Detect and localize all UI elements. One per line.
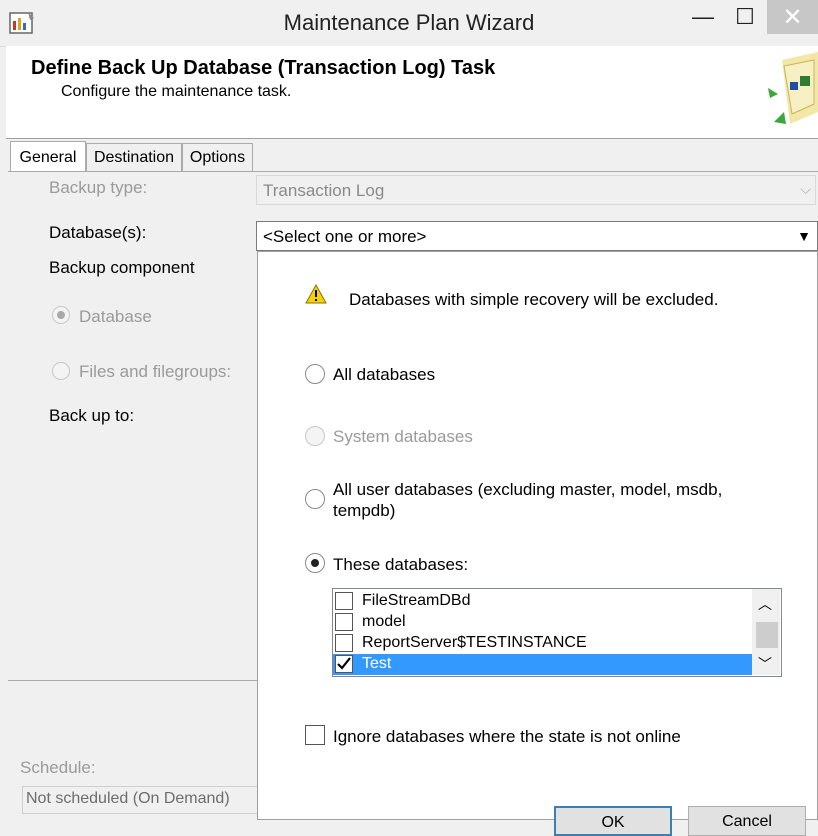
page-subtitle: Configure the maintenance task. (61, 83, 292, 100)
radio-these-databases[interactable] (305, 553, 325, 573)
backup-type-value: Transaction Log (263, 181, 385, 200)
tab-options[interactable]: Options (182, 143, 253, 171)
ignore-offline-checkbox[interactable] (305, 725, 325, 745)
tab-destination[interactable]: Destination (86, 143, 182, 171)
radio-system-databases (305, 426, 325, 446)
list-item[interactable]: FileStreamDBd (333, 591, 753, 612)
checkmark-icon (337, 657, 351, 670)
backup-type-select: Transaction Log ⌵ (256, 175, 816, 205)
component-files-label: Files and filegroups: (79, 362, 232, 381)
maximize-button[interactable]: ☐ (722, 0, 768, 34)
list-item-label: model (362, 613, 406, 630)
list-item[interactable]: model (333, 612, 753, 633)
databases-select[interactable]: <Select one or more> ▼ (256, 221, 818, 251)
cancel-button-label: Cancel (722, 813, 772, 830)
scroll-up-icon[interactable]: ︿ (758, 594, 772, 614)
ok-button-label: OK (601, 814, 625, 831)
tab-general[interactable]: General (10, 141, 86, 173)
radio-user-databases[interactable] (305, 489, 325, 509)
list-item-checkbox[interactable] (335, 592, 353, 610)
list-item-checkbox[interactable] (335, 634, 353, 652)
page-title: Define Back Up Database (Transaction Log… (31, 57, 496, 79)
option-all-label: All databases (333, 365, 436, 384)
database-listbox[interactable]: FileStreamDBd model ReportServer$TESTINS… (332, 588, 782, 677)
maximize-icon: ☐ (735, 4, 755, 29)
schedule-label: Schedule: (20, 758, 96, 777)
minimize-icon: — (692, 4, 714, 29)
schedule-field: Not scheduled (On Demand) (22, 786, 258, 814)
list-item-checkbox[interactable] (335, 613, 353, 631)
backup-type-label: Backup type: (49, 178, 148, 197)
option-user-label-line2: tempdb) (333, 501, 396, 520)
radio-all-databases[interactable] (305, 364, 325, 384)
ignore-offline-label: Ignore databases where the state is not … (333, 727, 681, 746)
list-item-label: Test (362, 655, 392, 672)
tab-label: Options (189, 148, 246, 166)
minimize-button[interactable]: — (680, 0, 726, 34)
tab-label: General (19, 148, 77, 166)
scrollbar-thumb[interactable] (756, 622, 778, 648)
list-item[interactable]: ReportServer$TESTINSTANCE (333, 633, 753, 654)
option-user-label-line1: All user databases (excluding master, mo… (333, 480, 723, 499)
warning-text: Databases with simple recovery will be e… (349, 290, 719, 309)
chevron-down-icon: ⌵ (800, 181, 811, 197)
close-button[interactable]: ✕ (767, 0, 818, 34)
warning-icon (305, 283, 327, 309)
ok-button[interactable]: OK (554, 806, 672, 836)
list-item-checkbox[interactable] (335, 655, 353, 673)
close-icon: ✕ (782, 3, 803, 31)
dropdown-arrow-icon[interactable]: ▼ (791, 222, 817, 250)
databases-label: Database(s): (49, 223, 147, 242)
wizard-banner-graphic (762, 52, 818, 132)
databases-value: <Select one or more> (263, 227, 427, 246)
component-database-label: Database (79, 307, 152, 326)
radio-component-database (52, 306, 70, 324)
scroll-down-icon[interactable]: ﹀ (758, 654, 772, 674)
radio-component-files (52, 362, 70, 380)
tab-label: Destination (93, 148, 175, 166)
cancel-button[interactable]: Cancel (688, 806, 806, 836)
list-item-label: FileStreamDBd (362, 592, 471, 609)
list-item[interactable]: Test (333, 654, 753, 675)
back-up-to-label: Back up to: (49, 406, 135, 425)
list-item-label: ReportServer$TESTINSTANCE (362, 634, 587, 651)
option-system-label: System databases (333, 427, 473, 446)
option-these-label: These databases: (333, 555, 469, 574)
backup-component-label: Backup component (49, 258, 195, 277)
